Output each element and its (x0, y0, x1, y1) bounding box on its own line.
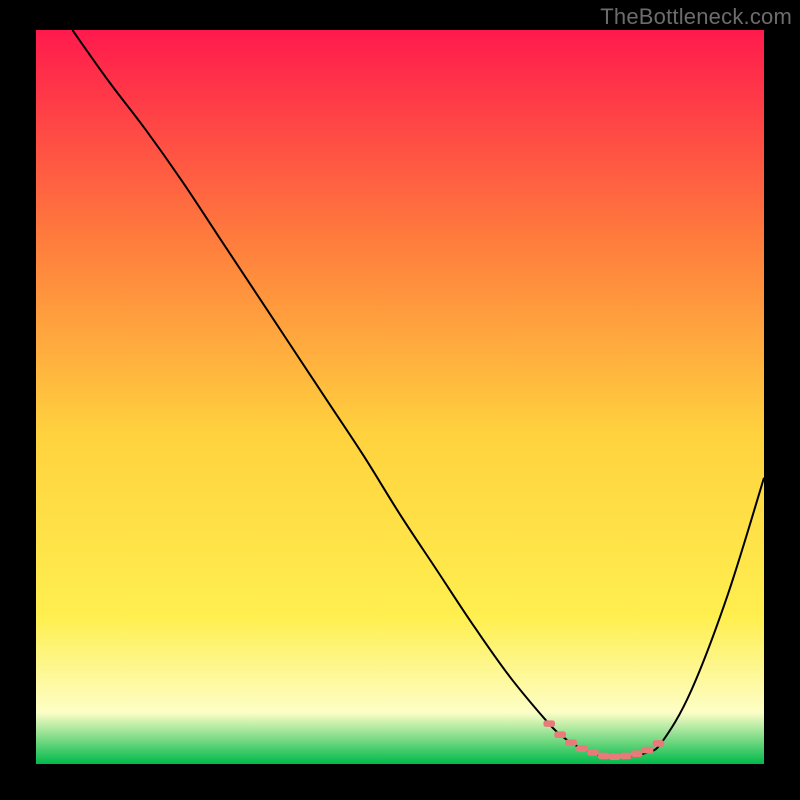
plot-area (36, 30, 764, 764)
marker-dot (554, 731, 566, 738)
marker-dot (565, 739, 577, 746)
plot-svg (36, 30, 764, 764)
marker-dot (620, 753, 632, 760)
marker-dot (609, 753, 621, 760)
marker-dot (598, 753, 610, 760)
marker-dot (543, 720, 555, 727)
chart-frame: TheBottleneck.com (0, 0, 800, 800)
marker-dot (587, 749, 599, 756)
marker-dot (642, 747, 654, 754)
watermark-text: TheBottleneck.com (600, 4, 792, 30)
marker-dot (631, 750, 643, 757)
gradient-background (36, 30, 764, 764)
marker-dot (576, 745, 588, 752)
marker-dot (653, 740, 665, 747)
